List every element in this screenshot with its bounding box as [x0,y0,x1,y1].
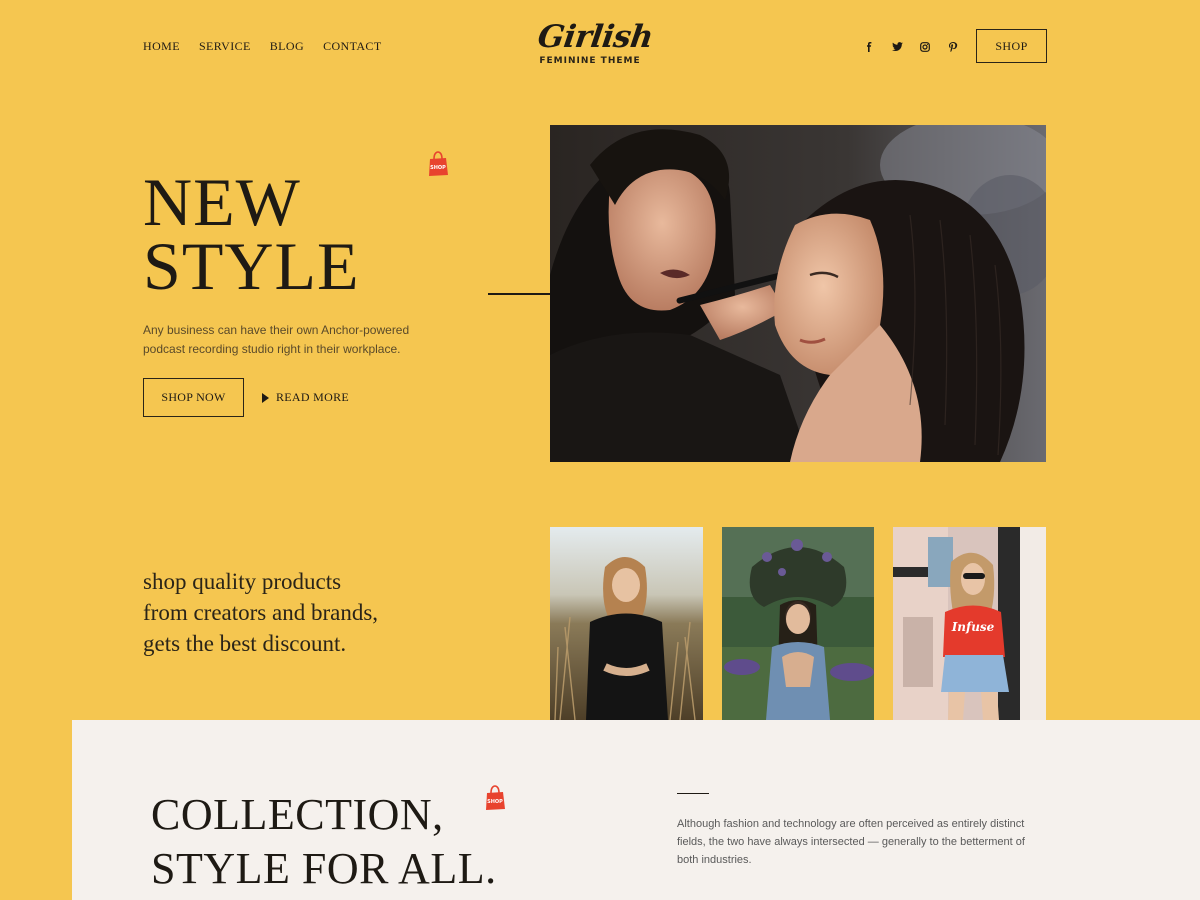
nav-contact[interactable]: CONTACT [323,39,382,54]
shop-button[interactable]: SHOP [976,29,1047,63]
collection-divider [677,793,709,794]
promo-tagline-line1: shop quality products [143,569,342,594]
promo-tagline: shop quality products from creators and … [143,566,443,659]
nav-home[interactable]: HOME [143,39,180,54]
main-nav: HOME SERVICE BLOG CONTACT [143,39,382,54]
collection-description: Although fashion and technology are ofte… [677,818,1025,866]
pinterest-icon[interactable] [946,40,960,54]
product-image-1[interactable] [550,527,703,720]
instagram-icon[interactable] [918,40,932,54]
hero-title: NEW STYLE [143,168,360,300]
hero-title-line2: STYLE [143,228,360,304]
logo-tagline: FEMININE THEME [539,56,641,66]
shop-now-button[interactable]: SHOP NOW [143,378,244,417]
hero-description: Any business can have their own Anchor-p… [143,323,410,356]
play-icon [262,392,269,403]
promo-tagline-line2: from creators and brands, [143,600,379,625]
nav-blog[interactable]: BLOG [270,39,304,54]
collection-title-line1: COLLECTION, [151,790,444,839]
site-logo[interactable]: Girlish FEMININE THEME [535,19,655,66]
read-more-label: READ MORE [276,390,350,404]
tshirt-print: Infuse [951,620,995,634]
collection-title: COLLECTION, STYLE FOR ALL. [151,788,497,896]
logo-script: Girlish [535,19,656,55]
nav-service[interactable]: SERVICE [199,39,251,54]
social-links [862,40,960,54]
product-image-3[interactable]: Infuse [893,527,1046,720]
shopping-bag-icon: SHOP [427,151,449,177]
hero-image [550,125,1046,462]
collection-title-line2: STYLE FOR ALL. [151,844,497,893]
product-image-2[interactable] [722,527,874,720]
promo-tagline-line3: gets the best discount. [143,631,347,656]
bag-label: SHOP [430,165,446,171]
read-more-link[interactable]: READ MORE [262,390,349,405]
facebook-icon[interactable] [862,40,876,54]
twitter-icon[interactable] [890,40,904,54]
